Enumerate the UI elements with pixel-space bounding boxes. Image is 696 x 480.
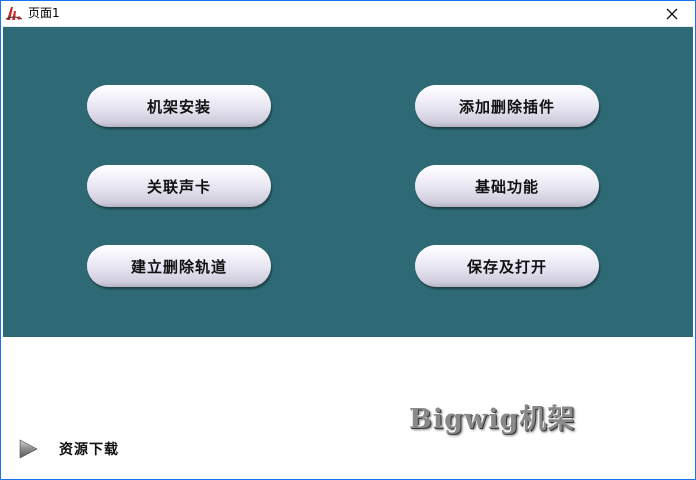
- app-logo-icon: [5, 5, 23, 21]
- window-title: 页面1: [28, 6, 60, 20]
- main-menu-panel: 机架安装 关联声卡 建立删除轨道 添加删除插件 基础功能 保存及打开: [3, 27, 693, 337]
- link-soundcard-button[interactable]: 关联声卡: [87, 165, 271, 207]
- app-window: 页面1 机架安装 关联声卡 建立删除轨道 添加删除插件 基础功能 保存及打开 B…: [0, 0, 696, 480]
- title-bar: 页面1: [1, 1, 695, 27]
- rack-install-button[interactable]: 机架安装: [87, 85, 271, 127]
- close-button[interactable]: [649, 1, 695, 26]
- create-delete-track-button[interactable]: 建立删除轨道: [87, 245, 271, 287]
- basic-functions-button[interactable]: 基础功能: [415, 165, 599, 207]
- bigwig-logo: Bigwig机架: [409, 404, 576, 435]
- resource-download-link[interactable]: 资源下载: [17, 437, 119, 461]
- play-triangle-icon: [19, 439, 38, 459]
- add-remove-plugin-button[interactable]: 添加删除插件: [415, 85, 599, 127]
- save-and-open-button[interactable]: 保存及打开: [415, 245, 599, 287]
- close-icon: [666, 8, 678, 19]
- download-label: 资源下载: [59, 442, 119, 458]
